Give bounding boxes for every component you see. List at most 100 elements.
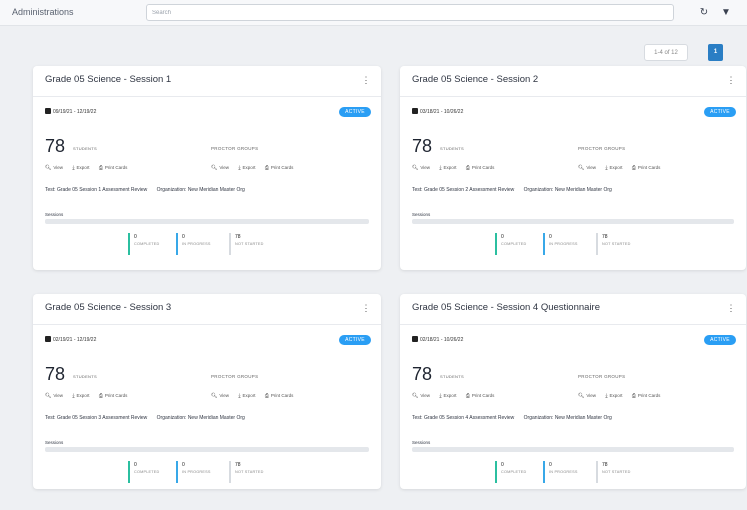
proctor-view-button[interactable]: 🔍︎ View [211,393,229,399]
proctor-groups-label: PROCTOR GROUPS [211,374,259,379]
in-progress-stat: 0 IN PROGRESS [543,233,578,255]
proctor-export-button[interactable]: ⤓ Export [605,393,622,399]
print-icon: ⎙ [98,165,103,171]
export-label: Export [443,165,457,170]
download-icon: ⤓ [238,165,241,171]
test-name: Grade 05 Session 2 Assessment Review [423,187,515,193]
print-cards-label: Print Cards [104,393,128,398]
refresh-icon[interactable]: ↻ [697,6,711,20]
card-title[interactable]: Grade 05 Science - Session 2 [412,74,538,85]
view-label: View [53,393,64,398]
status-badge: ACTIVE [339,335,371,345]
not-started-count: 78 [602,234,608,240]
date-range-text: 02/18/21 - 10/26/22 [420,337,464,343]
card-title[interactable]: Grade 05 Science - Session 1 [45,74,171,85]
sessions-label: Sessions [45,440,64,445]
date-range: 03/18/21 - 10/26/22 [412,108,463,115]
sessions-progress-bar [412,447,734,452]
not-started-count: 78 [602,462,608,468]
date-range: 09/19/21 - 12/19/22 [45,108,96,115]
view-label: View [586,393,597,398]
not-started-count: 78 [235,234,241,240]
in-progress-stat: 0 IN PROGRESS [176,233,211,255]
print-icon: ⎙ [264,165,269,171]
in-progress-label: IN PROGRESS [549,470,578,474]
download-icon: ⤓ [72,393,75,399]
search-icon: 🔍︎ [45,165,52,171]
student-count: 78 [412,364,433,384]
download-icon: ⤓ [605,393,608,399]
students-export-button[interactable]: ⤓ Export [439,165,456,171]
not-started-stat: 78 NOT STARTED [229,461,264,483]
students-export-button[interactable]: ⤓ Export [72,165,89,171]
proctor-view-button[interactable]: 🔍︎ View [578,165,596,171]
students-export-button[interactable]: ⤓ Export [439,393,456,399]
completed-label: COMPLETED [134,242,160,246]
completed-count: 0 [134,234,137,240]
completed-label: COMPLETED [501,470,527,474]
card-title[interactable]: Grade 05 Science - Session 3 [45,302,171,313]
proctor-print-cards-button[interactable]: ⎙ Print Cards [632,165,661,171]
export-label: Export [609,393,623,398]
test-name: Grade 05 Session 4 Assessment Review [423,415,515,421]
more-options-icon[interactable]: ⋮ [726,302,736,314]
students-print-cards-button[interactable]: ⎙ Print Cards [466,165,495,171]
proctor-view-button[interactable]: 🔍︎ View [578,393,596,399]
students-print-cards-button[interactable]: ⎙ Print Cards [466,393,495,399]
not-started-label: NOT STARTED [235,470,264,474]
print-cards-label: Print Cards [471,165,495,170]
students-export-button[interactable]: ⤓ Export [72,393,89,399]
proctor-view-button[interactable]: 🔍︎ View [211,165,229,171]
test-name: Grade 05 Session 1 Assessment Review [56,187,148,193]
students-actions: 🔍︎ View ⤓ Export ⎙ Print Cards [45,393,135,399]
in-progress-count: 0 [182,234,185,240]
sessions-progress-bar [45,219,369,224]
more-options-icon[interactable]: ⋮ [726,74,736,86]
date-range: 02/19/21 - 12/19/22 [45,336,96,343]
proctor-groups-label: PROCTOR GROUPS [578,146,626,151]
date-range-text: 02/19/21 - 12/19/22 [53,337,97,343]
proctor-export-button[interactable]: ⤓ Export [605,165,622,171]
date-range: 02/18/21 - 10/26/22 [412,336,463,343]
completed-stat: 0 COMPLETED [495,461,526,483]
proctor-print-cards-button[interactable]: ⎙ Print Cards [632,393,661,399]
proctor-print-cards-button[interactable]: ⎙ Print Cards [265,165,294,171]
completed-stat: 0 COMPLETED [495,233,526,255]
students-view-button[interactable]: 🔍︎ View [45,393,63,399]
proctor-print-cards-button[interactable]: ⎙ Print Cards [265,393,294,399]
test-organization-line: Test: Grade 05 Session 3 Assessment Revi… [45,415,245,421]
organization-name: New Meridian Master Org [554,415,612,421]
search-icon: 🔍︎ [45,393,52,399]
search-icon: 🔍︎ [578,393,585,399]
card-title[interactable]: Grade 05 Science - Session 4 Questionnai… [412,302,600,313]
print-cards-label: Print Cards [637,165,661,170]
status-badge: ACTIVE [704,107,736,117]
proctor-actions: 🔍︎ View ⤓ Export ⎙ Print Cards [211,393,301,399]
print-icon: ⎙ [98,393,103,399]
filter-icon[interactable]: ▼ [719,6,733,20]
page-button-1[interactable]: 1 [708,44,723,61]
students-view-button[interactable]: 🔍︎ View [45,165,63,171]
students-print-cards-button[interactable]: ⎙ Print Cards [99,393,128,399]
search-input[interactable] [146,4,674,21]
completed-stat: 0 COMPLETED [128,233,159,255]
administration-card: Grade 05 Science - Session 3 ⋮ 02/19/21 … [33,294,381,489]
organization-prefix: Organization: [523,187,554,193]
proctor-export-button[interactable]: ⤓ Export [238,393,255,399]
students-actions: 🔍︎ View ⤓ Export ⎙ Print Cards [45,165,135,171]
more-options-icon[interactable]: ⋮ [361,302,371,314]
pagination-info: 1-4 of 12 [644,44,688,61]
students-print-cards-button[interactable]: ⎙ Print Cards [99,165,128,171]
completed-label: COMPLETED [501,242,527,246]
students-view-button[interactable]: 🔍︎ View [412,393,430,399]
print-icon: ⎙ [465,165,470,171]
student-count: 78 [45,136,66,156]
students-view-button[interactable]: 🔍︎ View [412,165,430,171]
search-icon: 🔍︎ [578,165,585,171]
not-started-label: NOT STARTED [602,470,631,474]
page-title: Administrations [12,7,74,17]
organization-prefix: Organization: [156,415,187,421]
more-options-icon[interactable]: ⋮ [361,74,371,86]
in-progress-label: IN PROGRESS [182,242,211,246]
proctor-export-button[interactable]: ⤓ Export [238,165,255,171]
